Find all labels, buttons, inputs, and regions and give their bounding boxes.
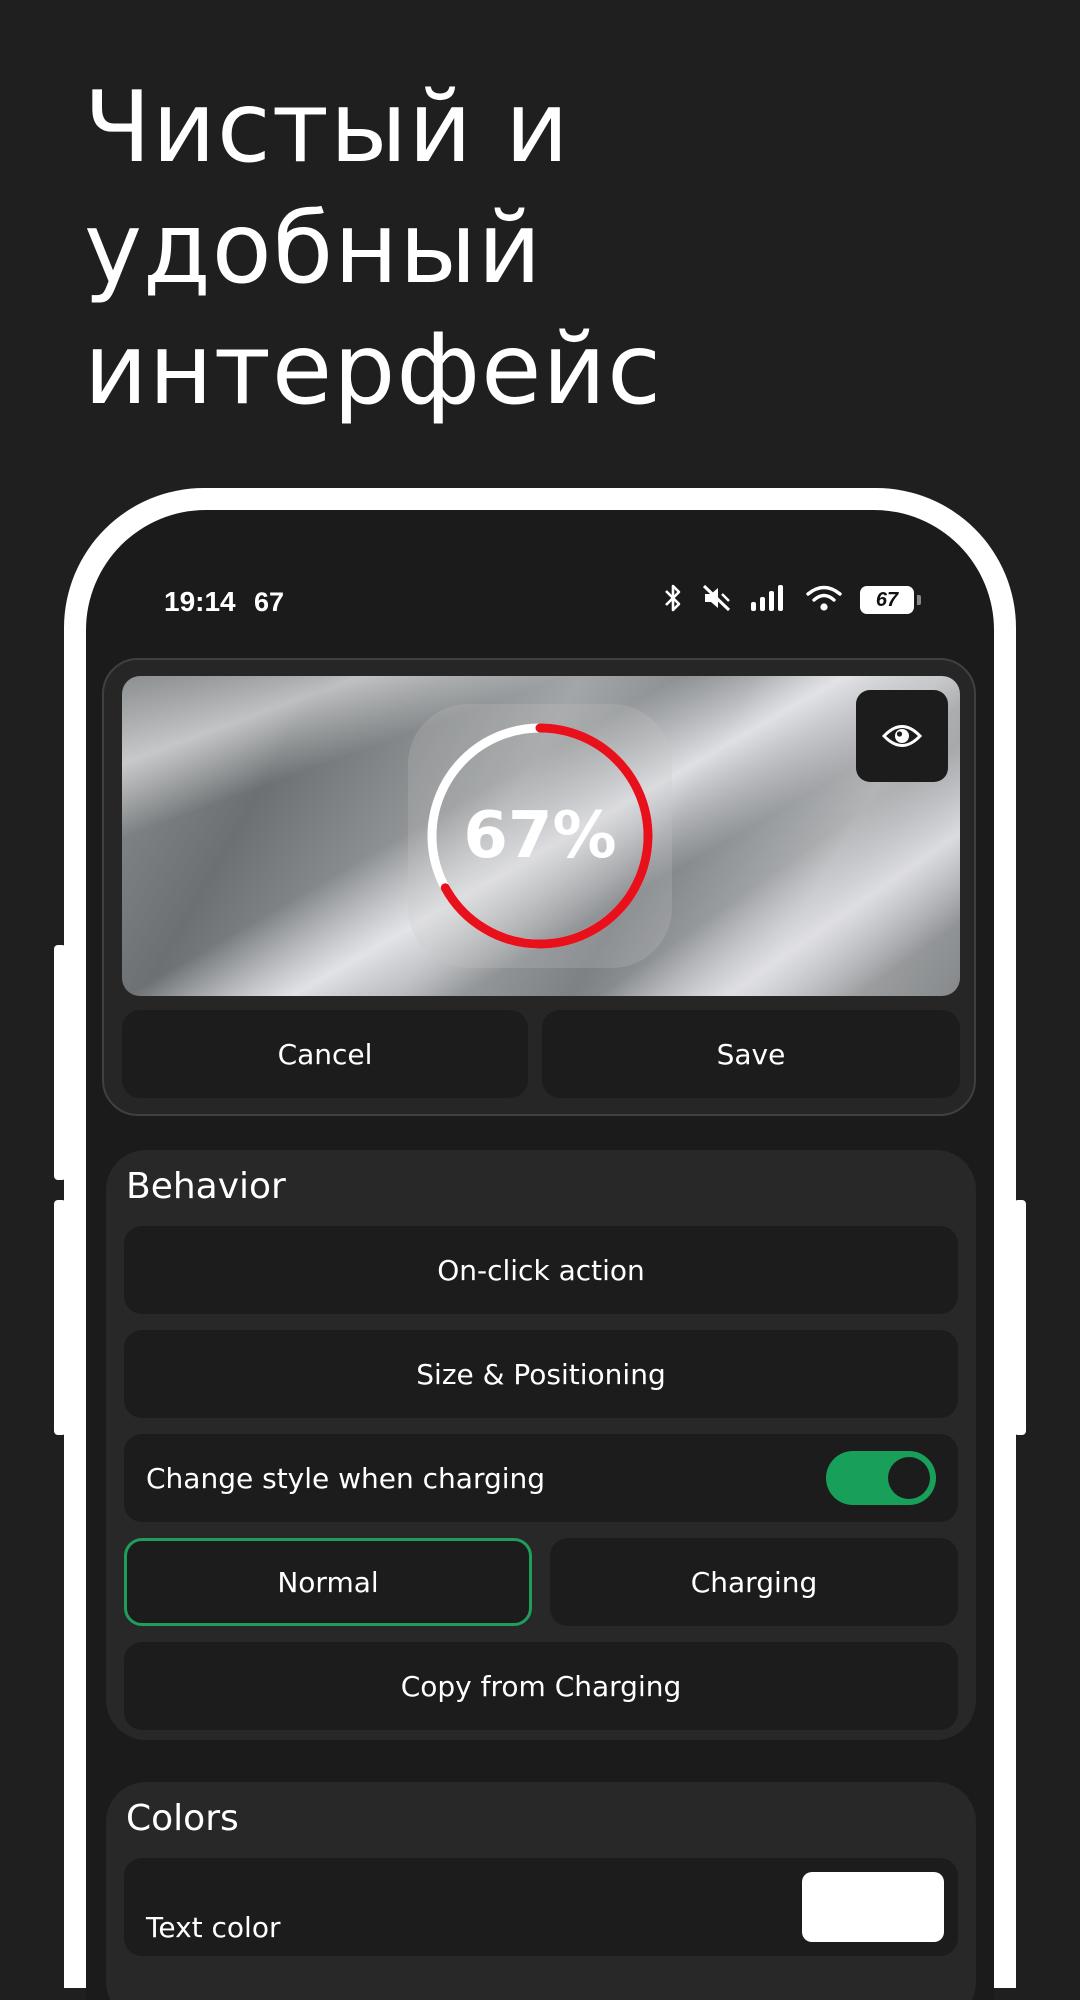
change-style-toggle[interactable]: [826, 1451, 936, 1505]
change-style-row[interactable]: Change style when charging: [124, 1434, 958, 1522]
status-bar: 19:14 67 67: [86, 510, 994, 630]
size-positioning-button[interactable]: Size & Positioning: [124, 1330, 958, 1418]
text-color-row[interactable]: Text color: [124, 1858, 958, 1956]
status-time: 19:14: [164, 586, 236, 617]
widget-editor-card: 67% Cancel Save: [102, 658, 976, 1116]
battery-percent-label: 67%: [463, 799, 617, 873]
colors-section: Colors Text color: [106, 1782, 976, 2000]
headline-line-3: интерфейс: [84, 313, 663, 427]
copy-from-charging-button[interactable]: Copy from Charging: [124, 1642, 958, 1730]
status-icons: 67: [662, 584, 921, 616]
widget-preview: 67%: [122, 676, 960, 996]
status-notification-count: 67: [254, 587, 285, 617]
text-color-label: Text color: [146, 1910, 281, 1944]
promo-headline: Чистый и удобный интерфейс: [84, 68, 984, 431]
mute-icon: [702, 584, 732, 616]
eye-icon: [882, 725, 922, 747]
editor-actions: Cancel Save: [122, 1010, 960, 1098]
mode-charging-button[interactable]: Charging: [550, 1538, 958, 1626]
mode-normal-button[interactable]: Normal: [124, 1538, 532, 1626]
phone-screen: 19:14 67 67 67% Cancel Save Behavior On-…: [86, 510, 994, 2000]
headline-line-2: удобный: [84, 192, 543, 306]
toggle-knob: [888, 1457, 930, 1499]
on-click-action-button[interactable]: On-click action: [124, 1226, 958, 1314]
battery-icon: 67: [860, 586, 921, 614]
text-color-swatch[interactable]: [802, 1872, 944, 1942]
preview-toggle-button[interactable]: [856, 690, 948, 782]
bluetooth-icon: [662, 584, 684, 616]
behavior-section: Behavior On-click action Size & Position…: [106, 1150, 976, 1740]
signal-icon: [750, 584, 788, 616]
headline-line-1: Чистый и: [84, 71, 570, 185]
change-style-label: Change style when charging: [146, 1461, 546, 1495]
cancel-button[interactable]: Cancel: [122, 1010, 528, 1098]
phone-frame: 19:14 67 67 67% Cancel Save Behavior On-…: [64, 488, 1016, 2000]
colors-title: Colors: [126, 1798, 239, 1839]
save-button[interactable]: Save: [542, 1010, 960, 1098]
wifi-icon: [806, 584, 842, 616]
behavior-title: Behavior: [126, 1166, 286, 1207]
